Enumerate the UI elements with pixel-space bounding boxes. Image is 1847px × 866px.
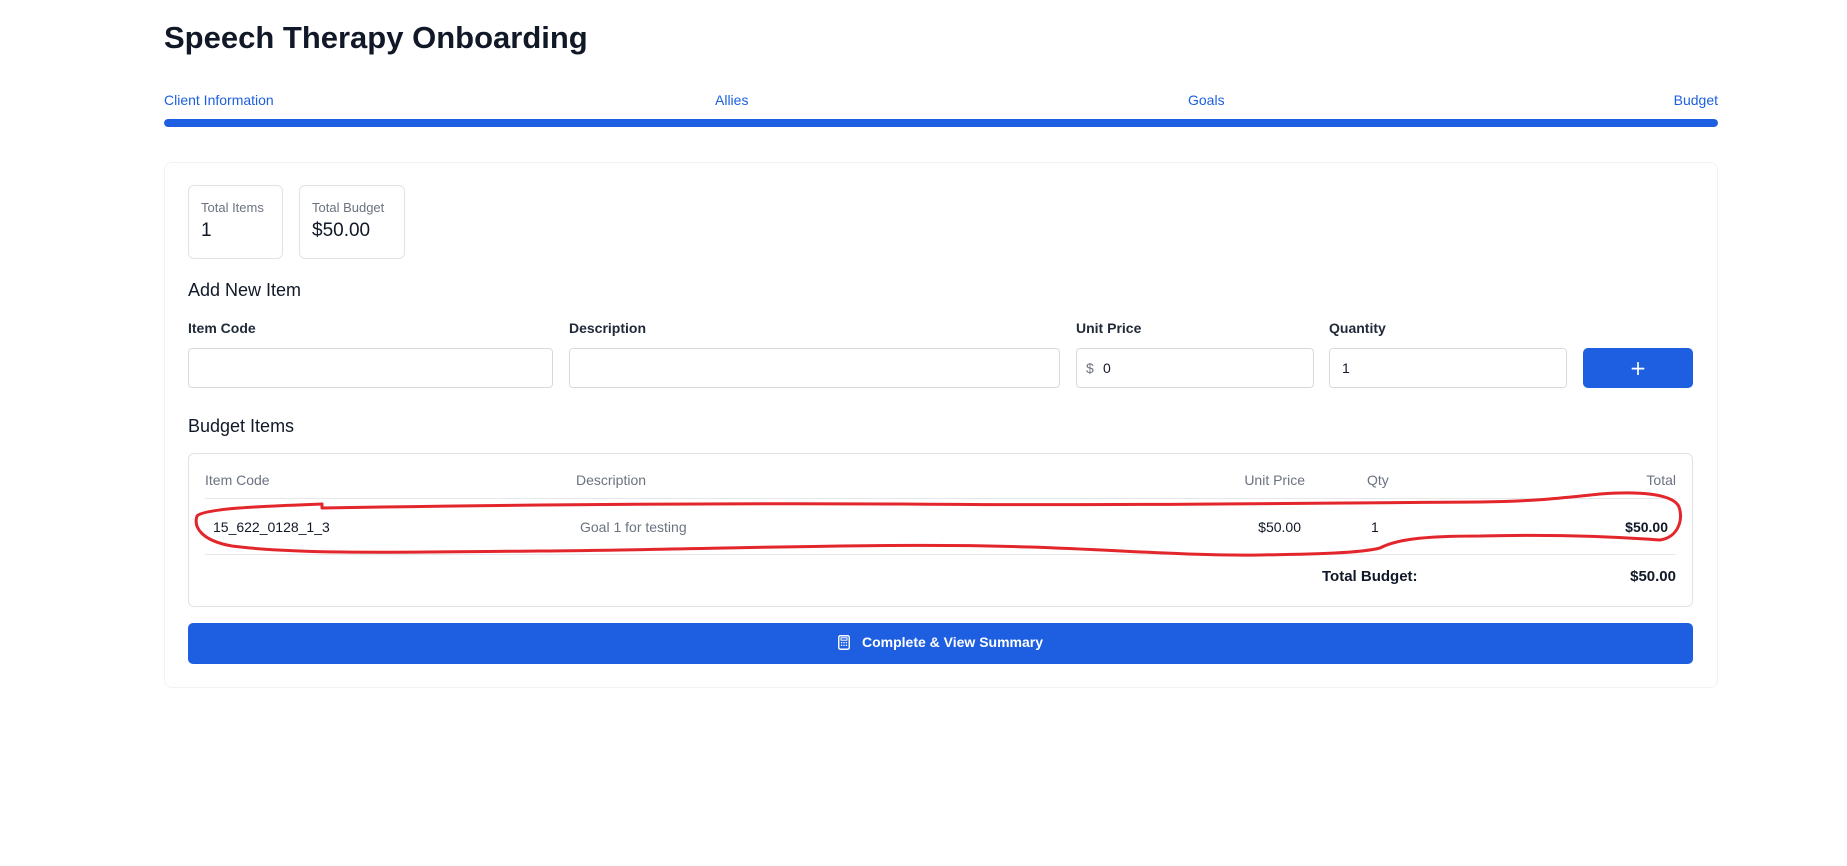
calculator-icon: [838, 634, 850, 650]
plus-icon: +: [1629, 356, 1647, 380]
column-header-item-code: Item Code: [205, 472, 270, 488]
unit-price-label: Unit Price: [1076, 320, 1142, 336]
row-unit-price: $50.00: [1258, 519, 1301, 535]
row-divider: [205, 554, 1676, 555]
step-goals[interactable]: Goals: [1188, 92, 1225, 108]
complete-view-summary-label: Complete & View Summary: [861, 634, 1044, 651]
step-allies[interactable]: Allies: [715, 92, 748, 108]
unit-price-input[interactable]: [1099, 349, 1307, 387]
description-input[interactable]: [569, 348, 1060, 388]
unit-price-field: $: [1076, 348, 1314, 388]
progress-bar: [164, 119, 1718, 127]
header-divider: [205, 498, 1676, 499]
budget-card: Total Items 1 Total Budget $50.00 Add Ne…: [164, 162, 1718, 688]
item-code-label: Item Code: [188, 320, 256, 336]
add-item-button[interactable]: +: [1583, 348, 1693, 388]
dollar-prefix: $: [1086, 360, 1094, 376]
quantity-input[interactable]: [1329, 348, 1567, 388]
row-total: $50.00: [1625, 519, 1668, 535]
budget-items-title: Budget Items: [188, 416, 295, 436]
column-header-qty: Qty: [1367, 472, 1389, 488]
progress-fill: [164, 119, 1718, 127]
add-new-item-title: Add New Item: [188, 280, 302, 300]
quantity-label: Quantity: [1329, 320, 1386, 336]
total-items-stat: Total Items 1: [188, 185, 283, 259]
column-header-description: Description: [576, 472, 647, 488]
step-client-information[interactable]: Client Information: [164, 92, 274, 108]
total-budget-stat: Total Budget $50.00: [299, 185, 405, 259]
item-code-input[interactable]: [188, 348, 553, 388]
row-qty: 1: [1371, 519, 1379, 535]
total-budget-value: $50.00: [312, 220, 371, 241]
total-items-label: Total Items: [201, 200, 264, 215]
total-budget-footer-label: Total Budget:: [1322, 568, 1418, 585]
step-nav: Client Information Allies Goals Budget: [164, 92, 1718, 112]
step-budget[interactable]: Budget: [1674, 92, 1718, 108]
page-title: Speech Therapy Onboarding: [164, 20, 588, 55]
column-header-total: Total: [1646, 472, 1676, 488]
row-description: Goal 1 for testing: [580, 519, 687, 535]
row-item-code: 15_622_0128_1_3: [213, 519, 330, 535]
complete-view-summary-button[interactable]: Complete & View Summary: [188, 623, 1693, 664]
description-label: Description: [569, 320, 647, 336]
budget-items-table: Item Code Description Unit Price Qty Tot…: [188, 453, 1693, 607]
total-budget-footer-value: $50.00: [1630, 568, 1676, 585]
column-header-unit-price: Unit Price: [1244, 472, 1305, 488]
total-budget-label: Total Budget: [312, 200, 385, 215]
total-items-value: 1: [201, 220, 212, 241]
